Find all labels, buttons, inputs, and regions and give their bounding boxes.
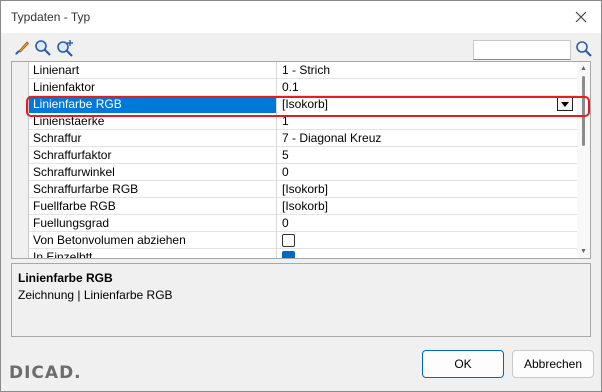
property-value-dropdown[interactable]: [Isokorb] — [278, 96, 577, 113]
property-row[interactable]: Linienfaktor 0.1 — [29, 79, 577, 96]
property-row[interactable]: Schraffur 7 - Diagonal Kreuz — [29, 130, 577, 147]
property-row-selected[interactable]: Linienfarbe RGB [Isokorb] — [29, 96, 577, 113]
cancel-button[interactable]: Abbrechen — [512, 350, 594, 378]
property-row[interactable]: Schraffurfaktor 5 — [29, 147, 577, 164]
scroll-up-icon[interactable]: ▲ — [579, 64, 588, 73]
zoom-plus-icon — [57, 40, 73, 57]
row-gutter — [12, 62, 29, 258]
chevron-down-icon — [561, 101, 569, 107]
description-title: Linienfarbe RGB — [18, 271, 113, 285]
property-value[interactable]: [Isokorb] — [278, 198, 577, 215]
brush-icon — [15, 41, 30, 55]
zoom-button[interactable] — [34, 39, 52, 57]
property-row[interactable]: Schraffurfarbe RGB [Isokorb] — [29, 181, 577, 198]
property-name: Fuellungsgrad — [29, 215, 277, 232]
scroll-down-icon[interactable]: ▼ — [579, 247, 588, 256]
property-value-checkbox[interactable] — [278, 249, 577, 258]
property-grid: Linienart 1 - Strich Linienfaktor 0.1 Li… — [11, 61, 591, 259]
search-icon — [576, 41, 592, 57]
property-row[interactable]: Fuellfarbe RGB [Isokorb] — [29, 198, 577, 215]
description-panel: Linienfarbe RGB Zeichnung | Linienfarbe … — [11, 263, 591, 337]
title-bar: Typdaten - Typ — [1, 1, 601, 33]
property-value[interactable]: 0 — [278, 164, 577, 181]
search-input[interactable] — [473, 40, 571, 60]
dropdown-button[interactable] — [557, 97, 573, 111]
property-row[interactable]: In Einzelbtt... — [29, 249, 577, 258]
property-value-checkbox[interactable] — [278, 232, 577, 249]
scrollbar-thumb[interactable] — [582, 76, 585, 146]
property-value[interactable]: 1 - Strich — [278, 62, 577, 79]
property-value[interactable]: [Isokorb] — [278, 181, 577, 198]
brush-button[interactable] — [13, 39, 31, 57]
close-icon — [575, 11, 587, 23]
property-name: Von Betonvolumen abziehen — [29, 232, 277, 249]
ok-button[interactable]: OK — [422, 350, 504, 378]
description-text: Zeichnung | Linienfarbe RGB — [18, 288, 173, 302]
property-name: Linienstaerke — [29, 113, 277, 130]
checkbox[interactable] — [282, 234, 295, 247]
search-button[interactable] — [575, 40, 593, 58]
property-name: Schraffurfarbe RGB — [29, 181, 277, 198]
property-name: Schraffurfaktor — [29, 147, 277, 164]
property-name: Fuellfarbe RGB — [29, 198, 277, 215]
property-row[interactable]: Linienstaerke 1 — [29, 113, 577, 130]
close-button[interactable] — [569, 5, 593, 29]
dicad-logo: DICAD. — [9, 363, 82, 383]
property-name: Schraffur — [29, 130, 277, 147]
zoom-plus-button[interactable] — [56, 39, 74, 57]
window-title: Typdaten - Typ — [11, 10, 91, 24]
property-value[interactable]: 1 — [278, 113, 577, 130]
toolbar — [1, 33, 601, 61]
checkbox-checked[interactable] — [282, 251, 295, 258]
property-rows: Linienart 1 - Strich Linienfaktor 0.1 Li… — [29, 62, 577, 258]
property-name: In Einzelbtt... — [29, 249, 277, 258]
property-row[interactable]: Von Betonvolumen abziehen — [29, 232, 577, 249]
property-row[interactable]: Linienart 1 - Strich — [29, 62, 577, 79]
vertical-scrollbar[interactable]: ▲ ▼ — [577, 62, 590, 258]
property-value[interactable]: 5 — [278, 147, 577, 164]
dialog-window: Typdaten - Typ Linienart 1 - Strich Lini… — [0, 0, 602, 392]
zoom-icon — [35, 40, 51, 56]
property-value[interactable]: 0.1 — [278, 79, 577, 96]
property-value[interactable]: 0 — [278, 215, 577, 232]
property-row[interactable]: Schraffurwinkel 0 — [29, 164, 577, 181]
property-row[interactable]: Fuellungsgrad 0 — [29, 215, 577, 232]
property-value[interactable]: 7 - Diagonal Kreuz — [278, 130, 577, 147]
property-name: Linienfarbe RGB — [29, 96, 277, 113]
property-name: Schraffurwinkel — [29, 164, 277, 181]
property-name: Linienfaktor — [29, 79, 277, 96]
property-name: Linienart — [29, 62, 277, 79]
dropdown-value: [Isokorb] — [282, 97, 329, 111]
